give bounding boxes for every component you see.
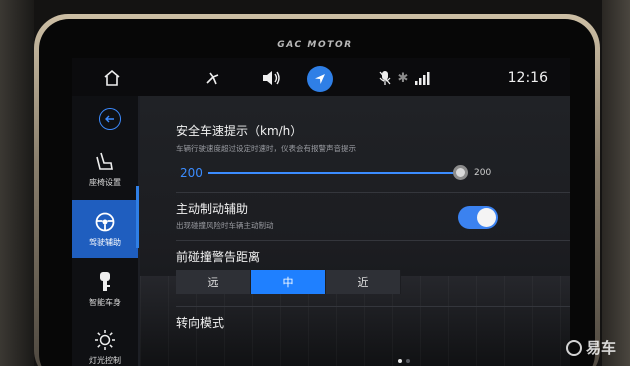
sidebar-item-seat[interactable]: 座椅设置 bbox=[72, 140, 138, 198]
sidebar-active-indicator bbox=[136, 186, 139, 248]
speed-slider-value: 200 bbox=[180, 166, 203, 180]
watermark: 易车 bbox=[565, 337, 616, 358]
home-icon[interactable] bbox=[101, 67, 123, 89]
steering-mode-title: 转向模式 bbox=[176, 316, 225, 330]
page-dot bbox=[406, 359, 410, 363]
ac-fan-icon[interactable] bbox=[202, 67, 224, 89]
auto-brake-subtitle: 出现碰撞风险时车辆主动制动 bbox=[176, 221, 274, 230]
light-icon bbox=[94, 328, 116, 352]
sidebar: 座椅设置 驾驶辅助 智能车身 灯光控制 bbox=[72, 96, 140, 366]
sidebar-item-label: 座椅设置 bbox=[89, 178, 121, 187]
sidebar-item-driving-assist[interactable]: 驾驶辅助 bbox=[72, 200, 138, 258]
watermark-logo-icon bbox=[565, 339, 582, 356]
sidebar-item-smart-body[interactable]: 智能车身 bbox=[72, 260, 138, 318]
sidebar-item-label: 驾驶辅助 bbox=[89, 238, 121, 247]
page-indicator bbox=[398, 359, 410, 363]
distance-option-near[interactable]: 近 bbox=[326, 270, 401, 294]
infotainment-screen: ✱ 12:16 座椅设置 驾驶辅助 智能车身 灯光控制 安全车速提示（km/h）… bbox=[72, 58, 570, 366]
steering-wheel-icon bbox=[94, 210, 116, 234]
sidebar-item-label: 智能车身 bbox=[89, 298, 121, 307]
signal-icon bbox=[412, 67, 434, 89]
back-button[interactable] bbox=[99, 108, 121, 130]
distance-option-far[interactable]: 远 bbox=[176, 270, 251, 294]
status-bar: ✱ 12:16 bbox=[72, 58, 570, 96]
clock: 12:16 bbox=[507, 70, 548, 86]
bluetooth-icon: ✱ bbox=[397, 70, 409, 86]
distance-option-mid[interactable]: 中 bbox=[251, 270, 326, 294]
speed-warning-subtitle: 车辆行驶速度超过设定时速时，仪表会有报警声音提示 bbox=[176, 144, 356, 153]
watermark-text: 易车 bbox=[585, 339, 616, 357]
volume-icon[interactable] bbox=[260, 67, 282, 89]
arrow-left-icon bbox=[105, 115, 114, 123]
page-dot bbox=[398, 359, 402, 363]
divider bbox=[176, 240, 570, 241]
settings-panel: 安全车速提示（km/h） 车辆行驶速度超过设定时速时，仪表会有报警声音提示 20… bbox=[140, 96, 570, 366]
navigation-icon[interactable] bbox=[307, 66, 333, 92]
key-icon bbox=[96, 270, 114, 294]
collision-distance-title: 前碰撞警告距离 bbox=[176, 250, 261, 264]
brand-logo: GAC MOTOR bbox=[277, 40, 353, 50]
toggle-knob bbox=[477, 208, 496, 227]
auto-brake-toggle[interactable] bbox=[458, 206, 498, 229]
sidebar-item-lights[interactable]: 灯光控制 bbox=[72, 318, 138, 366]
divider bbox=[176, 306, 570, 307]
speed-slider-thumb[interactable] bbox=[453, 165, 468, 180]
car-dashboard-left bbox=[0, 0, 34, 366]
speed-slider-track[interactable] bbox=[208, 172, 460, 174]
seat-icon bbox=[95, 150, 115, 174]
car-dashboard-right bbox=[602, 0, 630, 366]
sidebar-item-label: 灯光控制 bbox=[89, 356, 121, 365]
speed-warning-title: 安全车速提示（km/h） bbox=[176, 124, 303, 138]
speed-slider-max: 200 bbox=[474, 168, 492, 178]
auto-brake-title: 主动制动辅助 bbox=[176, 202, 249, 216]
divider bbox=[176, 192, 570, 193]
